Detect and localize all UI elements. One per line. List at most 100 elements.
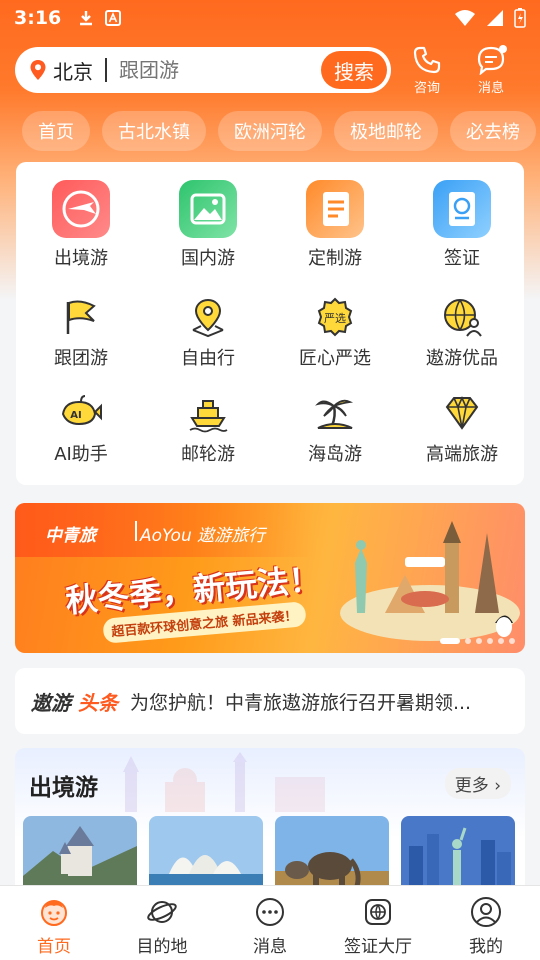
carousel-dot [498,638,504,644]
carousel-dot [509,638,515,644]
promo-banner[interactable]: 中青旅 AoYou 遨游旅行 秋冬季，新玩法！ 超百款环球创意之旅 新品来袭！ [15,503,525,653]
palm-island-icon [315,399,354,429]
more-link[interactable]: 更多 › [444,768,511,799]
nav-destination[interactable]: 目的地 [108,886,216,960]
destination-card-safari[interactable] [275,816,389,896]
grid-item-craftsman-select[interactable]: 严选 匠心严选 [275,296,395,370]
outbound-section: 出境游 更多 › [15,748,525,898]
wifi-icon [455,10,475,26]
nav-messages[interactable]: 消息 [216,886,324,960]
map-pin-icon [192,298,224,338]
cruise-ship-icon [189,400,228,433]
passport-icon [433,180,491,238]
grid-item-free-travel[interactable]: 自由行 [148,296,268,370]
grid-item-visa[interactable]: 签证 [402,180,522,270]
destination-card-new-york[interactable] [401,816,515,896]
travel-landmarks-illustration [340,521,520,641]
section-background-landmarks [123,752,325,812]
custom-doc-icon [306,180,364,238]
planet-icon [147,901,177,923]
grid-item-luxury-travel[interactable]: 高端旅游 [402,392,522,466]
grid-item-outbound[interactable]: 出境游 [21,180,141,270]
location-pin-icon[interactable] [29,59,47,81]
grid-item-domestic[interactable]: 国内游 [148,180,268,270]
grid-item-aoyou-premium[interactable]: 遨游优品 [402,296,522,370]
brand-name: 中青旅 [45,526,96,546]
tab-europe-river-cruise[interactable]: 欧洲河轮 [218,111,322,151]
castle-photo [23,816,137,896]
font-notification-icon [105,10,122,26]
messages-label: 消息 [477,80,504,96]
sydney-opera-photo [149,816,263,896]
nav-label: 消息 [253,937,287,957]
grid-label: 邮轮游 [181,444,235,465]
news-headline: 为您护航！中青旅遨游旅行召开暑期领... [129,691,472,714]
chat-dots-icon [256,898,284,926]
unread-dot [499,44,507,53]
search-input[interactable] [119,58,299,82]
tab-home[interactable]: 首页 [22,111,90,151]
nav-label: 目的地 [136,937,188,957]
nav-profile[interactable]: 我的 [432,886,540,960]
nav-label: 签证大厅 [344,937,412,957]
grid-item-island[interactable]: 海岛游 [275,392,395,466]
grid-item-cruise[interactable]: 邮轮游 [148,392,268,466]
user-icon [471,897,501,927]
tab-must-go-list[interactable]: 必去榜 [450,111,536,151]
home-face-icon [41,900,67,926]
search-divider [105,58,107,82]
more-label: 更多 [454,776,489,796]
nav-visa-hall[interactable]: 签证大厅 [324,886,432,960]
landscape-icon [179,180,237,238]
battery-icon [514,8,526,28]
brand-name-secondary: AoYou 遨游旅行 [140,526,266,546]
carousel-dot [476,638,482,644]
grid-label: 自由行 [181,348,235,369]
grid-item-group-tour[interactable]: 跟团游 [21,296,141,370]
nav-home[interactable]: 首页 [0,886,108,960]
nav-label: 我的 [469,937,503,957]
messages-button[interactable]: 消息 [463,44,519,96]
status-bar: 3:16 [0,0,540,36]
destination-card-sydney[interactable] [149,816,263,896]
category-tabs: 首页 古北水镇 欧洲河轮 极地邮轮 必去榜 [22,111,540,151]
search-button[interactable]: 搜索 [321,51,387,89]
carousel-dot [487,638,493,644]
visa-globe-icon [365,899,391,925]
carousel-indicator [440,638,515,644]
city-selector[interactable]: 北京 [53,56,93,85]
signal-icon [487,10,503,26]
diamond-icon [445,396,479,430]
download-icon [80,11,93,26]
grid-label: AI助手 [54,444,108,465]
grid-label: 定制游 [308,248,362,269]
search-box: 北京 搜索 [15,47,391,93]
status-time: 3:16 [14,7,62,29]
whale-ai-icon: AI [61,395,102,426]
news-logo-b: 头条 [77,690,118,715]
search-row: 北京 搜索 咨询 消息 [15,44,525,96]
globe-person-icon [444,299,482,337]
news-ticker[interactable]: 遨游 头条 为您护航！中青旅遨游旅行召开暑期领... [15,668,525,734]
status-right-icons [454,8,526,28]
svg-text:AI: AI [70,410,81,421]
service-grid: 出境游 国内游 定制游 签证 跟团游 自由行 严选 匠心严选 遨游优品 AI A… [16,162,524,485]
consult-button[interactable]: 咨询 [399,45,455,96]
new-york-photo [401,816,515,896]
grid-label: 国内游 [181,248,235,269]
news-logo-a: 遨游 [31,690,71,715]
destination-card-castle[interactable] [23,816,137,896]
nav-label: 首页 [37,937,71,957]
grid-label: 高端旅游 [426,444,498,465]
grid-item-custom[interactable]: 定制游 [275,180,395,270]
grid-item-ai-assistant[interactable]: AI AI助手 [21,392,141,466]
grid-label: 海岛游 [308,444,362,465]
notification-icons [77,9,122,27]
tab-polar-cruise[interactable]: 极地邮轮 [334,111,438,151]
brand-separator [135,521,137,541]
tab-gubei-water-town[interactable]: 古北水镇 [102,111,206,151]
globe-plane-icon [52,180,110,238]
svg-text:严选: 严选 [324,312,346,325]
section-title: 出境游 [29,775,98,801]
carousel-dot-active [440,638,460,644]
